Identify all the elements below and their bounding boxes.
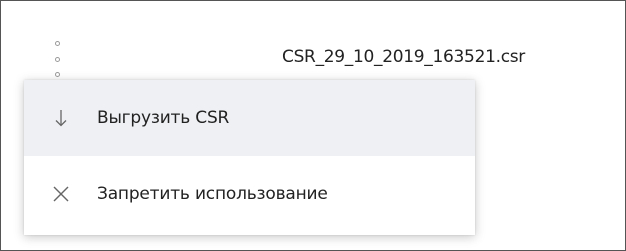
arrow-down-icon [52,108,70,128]
menu-item-download-csr[interactable]: Выгрузить CSR [24,80,475,156]
file-name: CSR_29_10_2019_163521.csr [282,47,525,67]
more-dot-middle [54,56,60,62]
menu-item-revoke-usage[interactable]: Запретить использование [24,156,475,232]
more-dot-top [54,41,60,46]
menu-item-label: Запретить использование [97,184,328,204]
more-options-button[interactable] [51,41,63,77]
close-icon [52,184,70,204]
menu-item-label: Выгрузить CSR [97,108,230,128]
more-dot-bottom [54,72,60,77]
context-menu: Выгрузить CSR Запретить использование [24,80,475,235]
screenshot-frame: CSR_29_10_2019_163521.csr Выгрузить CSR … [0,0,626,251]
